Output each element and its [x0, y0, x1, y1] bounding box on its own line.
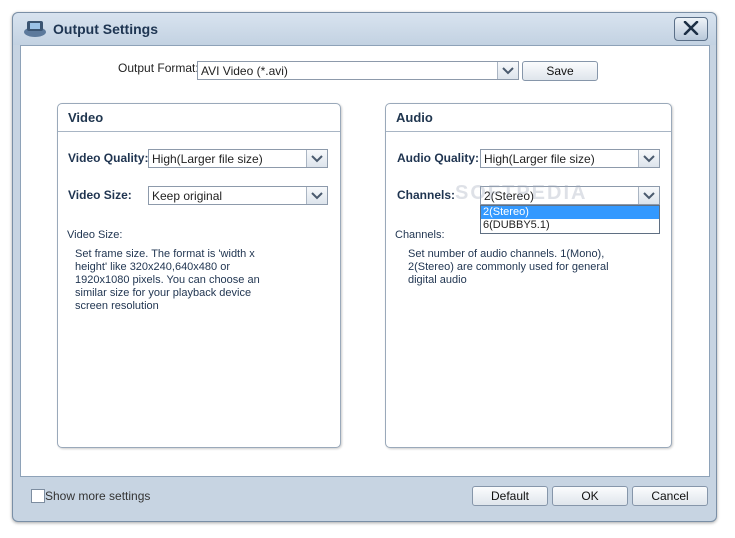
- close-button[interactable]: [674, 17, 708, 41]
- audio-quality-select[interactable]: High(Larger file size): [480, 149, 660, 168]
- video-size-value: Keep original: [152, 189, 223, 203]
- audio-quality-label: Audio Quality:: [397, 151, 479, 165]
- video-quality-label: Video Quality:: [68, 151, 149, 165]
- output-settings-window: Output Settings Output Format: AVI Video…: [12, 12, 717, 522]
- title-bar[interactable]: Output Settings: [13, 13, 716, 45]
- video-help-title: Video Size:: [67, 229, 123, 241]
- video-help-text: Set frame size. The format is 'width x h…: [75, 248, 260, 313]
- video-panel-title: Video: [68, 110, 104, 125]
- save-button[interactable]: Save: [522, 61, 598, 81]
- chevron-down-icon[interactable]: [497, 62, 518, 79]
- ok-button[interactable]: OK: [552, 486, 628, 506]
- audio-panel-header: Audio: [386, 104, 671, 132]
- show-more-label[interactable]: Show more settings: [45, 489, 150, 503]
- video-quality-select[interactable]: High(Larger file size): [148, 149, 328, 168]
- channels-label: Channels:: [397, 188, 456, 202]
- output-format-select[interactable]: AVI Video (*.avi): [197, 61, 519, 80]
- help-line: digital audio: [408, 274, 467, 286]
- app-icon: [23, 18, 47, 38]
- help-line: similar size for your playback device: [75, 287, 252, 299]
- show-more-checkbox[interactable]: [31, 489, 45, 503]
- help-line: Set number of audio channels. 1(Mono),: [408, 248, 605, 260]
- output-format-value: AVI Video (*.avi): [201, 64, 288, 78]
- settings-content: Output Format: AVI Video (*.avi) Save Vi…: [20, 45, 710, 477]
- chevron-down-icon[interactable]: [306, 187, 327, 204]
- audio-quality-value: High(Larger file size): [484, 152, 595, 166]
- chevron-down-icon[interactable]: [638, 150, 659, 167]
- audio-panel: Audio Audio Quality: High(Larger file si…: [385, 103, 672, 448]
- chevron-down-icon[interactable]: [638, 187, 659, 204]
- video-panel-header: Video: [58, 104, 340, 132]
- video-panel: Video Video Quality: High(Larger file si…: [57, 103, 341, 448]
- channels-option-stereo[interactable]: 2(Stereo): [481, 206, 659, 219]
- audio-help-title: Channels:: [395, 229, 445, 241]
- help-line: 2(Stereo) are commonly used for general: [408, 261, 609, 273]
- help-line: screen resolution: [75, 300, 159, 312]
- help-line: Set frame size. The format is 'width x: [75, 248, 255, 260]
- audio-panel-title: Audio: [396, 110, 433, 125]
- chevron-down-icon[interactable]: [306, 150, 327, 167]
- window-title: Output Settings: [53, 21, 158, 37]
- audio-help-text: Set number of audio channels. 1(Mono), 2…: [408, 248, 609, 287]
- cancel-button[interactable]: Cancel: [632, 486, 708, 506]
- video-size-label: Video Size:: [68, 188, 132, 202]
- channels-dropdown-list[interactable]: 2(Stereo) 6(DUBBY5.1): [480, 205, 660, 234]
- help-line: 1920x1080 pixels. You can choose an: [75, 274, 260, 286]
- output-format-label: Output Format:: [118, 61, 199, 75]
- channels-option-dubby[interactable]: 6(DUBBY5.1): [481, 219, 659, 232]
- help-line: height' like 320x240,640x480 or: [75, 261, 230, 273]
- video-size-select[interactable]: Keep original: [148, 186, 328, 205]
- watermark: SOFTPEDIA: [455, 182, 588, 204]
- default-button[interactable]: Default: [472, 486, 548, 506]
- video-quality-value: High(Larger file size): [152, 152, 263, 166]
